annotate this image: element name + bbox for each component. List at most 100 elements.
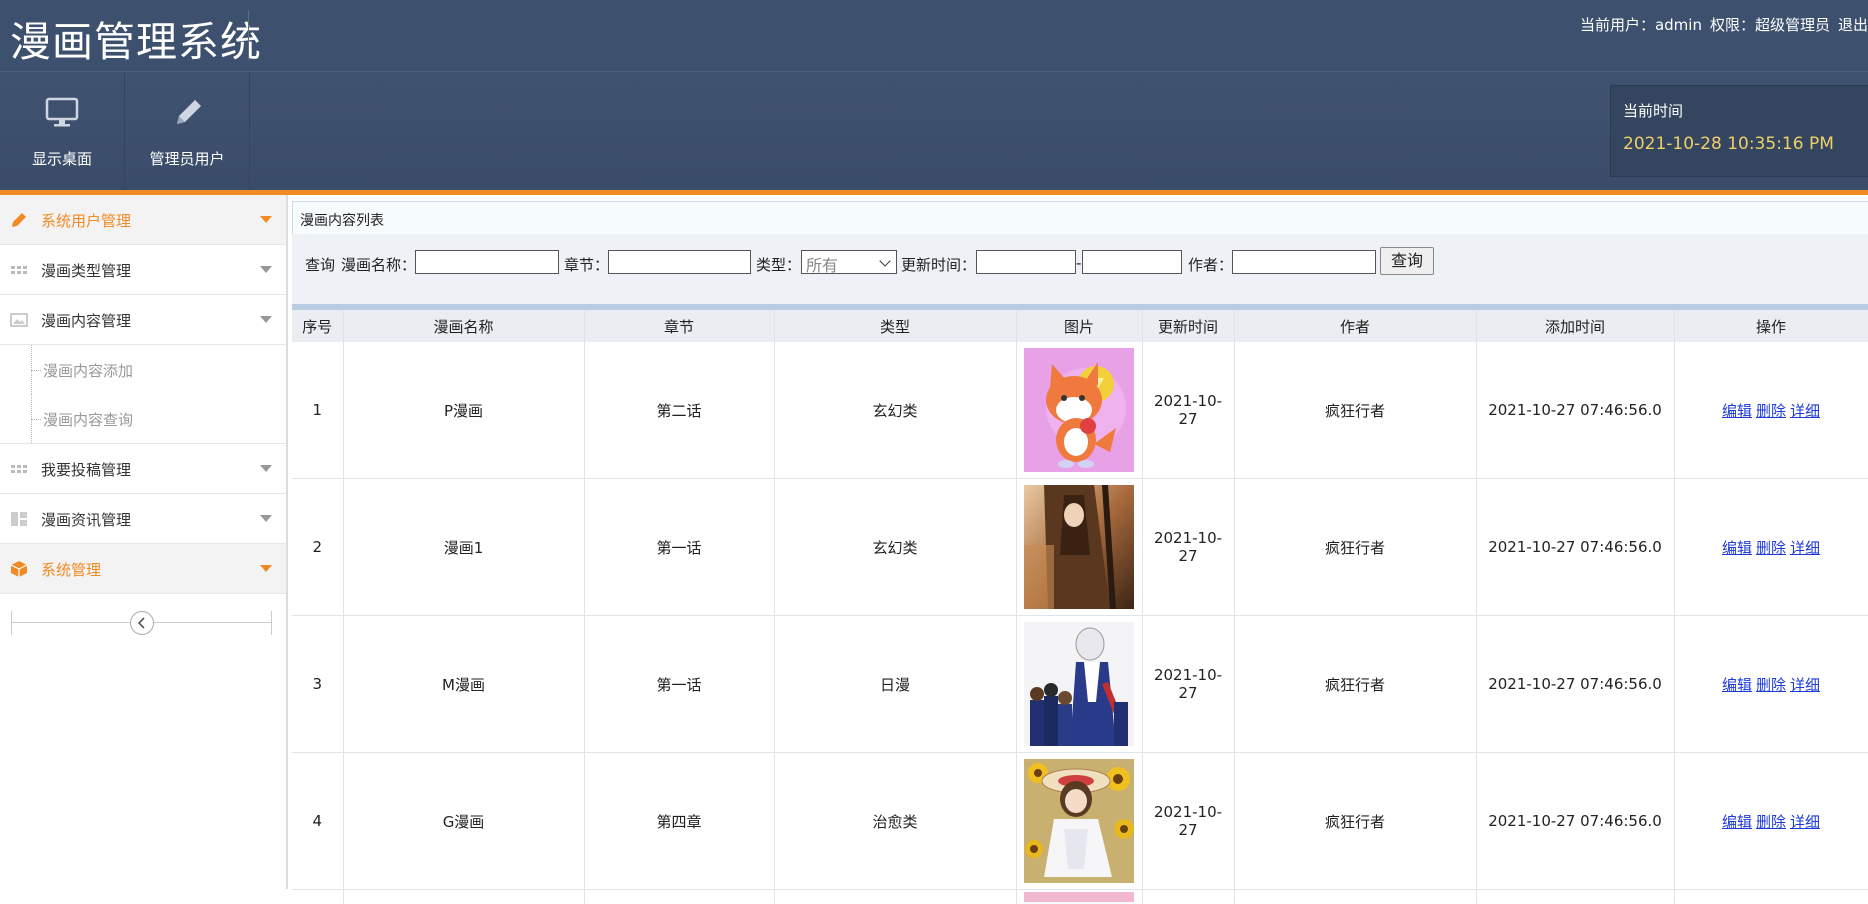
cell-no: 1 [292,342,343,479]
cell-added-time: 2021-10-27 07:46:56.0 [1476,616,1674,753]
logout-link[interactable]: 退出 [1838,16,1868,34]
cell-image [1016,342,1142,479]
update-time-line: 27 [1178,821,1197,839]
cell-type: 玄幻类 [774,342,1016,479]
show-desktop-label: 显示桌面 [0,148,124,169]
update-time-line: 27 [1178,547,1197,565]
panel-title-bar: 漫画内容列表 [292,201,1868,235]
col-header: 类型 [774,310,1016,342]
picture-icon [10,311,28,329]
cell-empty [1234,890,1476,904]
grid-icon [10,261,28,279]
type-label: 类型： [756,254,801,275]
delete-link[interactable]: 删除 [1756,813,1786,831]
cell-empty [1476,890,1674,904]
author-label: 作者： [1188,254,1233,275]
sidebar-subitem-label: 漫画内容添加 [43,360,133,381]
chevron-down-icon [260,216,272,223]
anime-girl-image [1024,485,1134,609]
chevron-down-icon [879,255,890,266]
table-row: 2 漫画1 第一话 玄幻类 2021-10-27 疯狂行者 [292,479,1868,616]
cell-author: 疯狂行者 [1234,616,1476,753]
chevron-left-icon [131,612,153,634]
chevron-down-icon [260,515,272,522]
author-input[interactable] [1232,250,1376,274]
chevron-down-icon [260,316,272,323]
cell-chapter: 第一话 [584,616,774,753]
sidebar-item-label: 系统管理 [41,559,101,580]
cell-name: P漫画 [343,342,584,479]
detail-link[interactable]: 详细 [1790,676,1820,694]
edit-link[interactable]: 编辑 [1722,676,1752,694]
edit-link[interactable]: 编辑 [1722,539,1752,557]
clock-label: 当前时间 [1623,100,1683,121]
layout-icon [10,510,28,528]
chapter-label: 章节： [564,254,609,275]
cell-chapter: 第二话 [584,342,774,479]
collapse-sidebar-button[interactable] [130,611,154,635]
comic-name-input[interactable] [415,250,559,274]
monitor-icon [44,94,80,130]
admin-user-button[interactable]: 管理员用户 [125,72,250,191]
sidebar-item-comic-types[interactable]: 漫画类型管理 [0,245,286,295]
sidebar-item-submissions[interactable]: 我要投稿管理 [0,444,286,494]
update-time-line: 2021-10- [1154,392,1222,410]
delete-link[interactable]: 删除 [1756,402,1786,420]
cell-name: 漫画1 [343,479,584,616]
chevron-down-icon [260,465,272,472]
cell-type: 日漫 [774,616,1016,753]
detail-link[interactable]: 详细 [1790,539,1820,557]
chapter-input[interactable] [608,250,751,274]
sidebar-item-comic-content[interactable]: 漫画内容管理 [0,295,286,345]
cell-update-time: 2021-10-27 [1142,479,1234,616]
detail-link[interactable]: 详细 [1790,813,1820,831]
cell-no: 4 [292,753,343,890]
cell-type: 玄幻类 [774,479,1016,616]
show-desktop-button[interactable]: 显示桌面 [0,72,125,191]
grid-icon [10,460,28,478]
cell-image [1016,890,1142,904]
cell-no: 2 [292,479,343,616]
cell-empty [343,890,584,904]
sidebar-item-system-admin[interactable]: 系统管理 [0,544,286,594]
sidebar-item-label: 漫画资讯管理 [41,509,131,530]
search-button[interactable]: 查询 [1380,247,1434,275]
cell-type: 治愈类 [774,753,1016,890]
col-header: 章节 [584,310,774,342]
update-time-line: 2021-10- [1154,803,1222,821]
detail-link[interactable]: 详细 [1790,402,1820,420]
cell-author: 疯狂行者 [1234,479,1476,616]
sidebar-item-label: 我要投稿管理 [41,459,131,480]
col-header: 作者 [1234,310,1476,342]
update-time-end-input[interactable] [1082,250,1182,274]
edit-link[interactable]: 编辑 [1722,813,1752,831]
delete-link[interactable]: 删除 [1756,676,1786,694]
sidebar-subitem-label: 漫画内容查询 [43,409,133,430]
admin-user-label: 管理员用户 [125,148,249,169]
panel-title: 漫画内容列表 [300,210,384,230]
tree-tick [31,419,41,420]
col-header: 漫画名称 [343,310,584,342]
sidebar-item-comic-news[interactable]: 漫画资讯管理 [0,494,286,544]
sidebar-subitem-add-content[interactable]: 漫画内容添加 [0,345,286,394]
col-header: 更新时间 [1142,310,1234,342]
range-separator: - [1076,254,1081,272]
delete-link[interactable]: 删除 [1756,539,1786,557]
sidebar-collapse-bar [11,611,272,635]
cell-actions: 编辑删除详细 [1674,753,1868,890]
cell-actions: 编辑删除详细 [1674,616,1868,753]
sidebar-item-system-users[interactable]: 系统用户管理 [0,195,286,245]
type-select[interactable]: 所有 [801,250,897,274]
cell-empty [774,890,1016,904]
sidebar-subitem-query-content[interactable]: 漫画内容查询 [0,394,286,444]
sidebar: 系统用户管理 漫画类型管理 漫画内容管理 漫画内容添加 漫画内容查询 我要投稿管… [0,195,288,889]
main-panel: 漫画内容列表 查询 漫画名称： 章节： 类型： 所有 更新时间： - 作者： 查… [292,201,1868,889]
update-time-start-input[interactable] [976,250,1076,274]
sidebar-item-label: 漫画类型管理 [41,260,131,281]
fox-mascot-image [1024,348,1134,472]
cell-empty [1674,890,1868,904]
edit-link[interactable]: 编辑 [1722,402,1752,420]
collapse-edge [271,611,272,635]
user-role: 权限：超级管理员 [1710,16,1830,34]
toolbar: 显示桌面 管理员用户 当前时间 2021-10-28 10:35:16 PM [0,71,1868,191]
